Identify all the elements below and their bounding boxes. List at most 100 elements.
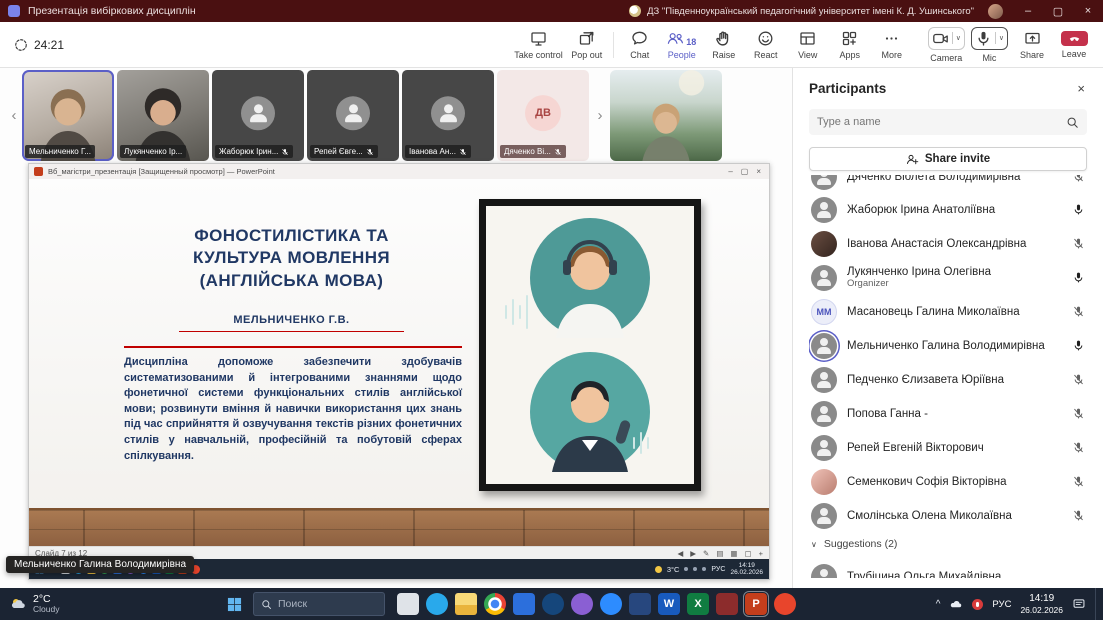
chat-button[interactable]: Chat: [619, 24, 661, 66]
word-icon[interactable]: W: [658, 593, 680, 615]
pop-out-button[interactable]: Pop out: [566, 24, 608, 66]
react-icon: [757, 30, 774, 47]
maximize-button[interactable]: ▢: [1043, 0, 1073, 22]
mic-button[interactable]: ∨ Mic: [968, 24, 1011, 66]
zoom-icon[interactable]: [600, 593, 622, 615]
participant-row[interactable]: Репей Евгеній Вікторович: [809, 431, 1087, 465]
notes-view-icon: ▤: [716, 549, 723, 558]
taskbar-search[interactable]: [253, 592, 385, 616]
hidden-icons-caret[interactable]: ^: [936, 599, 941, 610]
file-explorer-icon[interactable]: [455, 593, 477, 615]
pen-icon: ✎: [703, 549, 709, 558]
mic-muted-icon: [1071, 373, 1085, 387]
minimize-button[interactable]: –: [1013, 0, 1043, 22]
organization-info: ДЗ "Південноукраїнський педагогічний уні…: [629, 5, 974, 17]
start-button[interactable]: [215, 588, 253, 620]
excel-icon[interactable]: X: [687, 593, 709, 615]
taskbar-clock[interactable]: 14:19 26.02.2026: [1020, 593, 1063, 615]
chrome-icon[interactable]: [484, 593, 506, 615]
share-invite-button[interactable]: Share invite: [809, 147, 1087, 171]
timer-icon: [14, 38, 28, 52]
adobe-icon[interactable]: [774, 593, 796, 615]
taskbar-weather-widget[interactable]: 2°C Cloudy: [0, 594, 215, 615]
taskbar-search-input[interactable]: [278, 598, 358, 610]
telegram-icon[interactable]: [426, 593, 448, 615]
taskbar-app-icon[interactable]: [513, 593, 535, 615]
camera-button[interactable]: ∨ Camera: [925, 24, 968, 66]
mic-muted-icon: [1071, 509, 1085, 523]
more-button[interactable]: More: [871, 24, 913, 66]
show-desktop-button[interactable]: [1095, 588, 1099, 620]
take-control-button[interactable]: Take control: [511, 24, 566, 66]
video-tile-zhaboriuk[interactable]: Жаборюк Ірин...: [212, 70, 304, 161]
presenter-weather-temp: 3°C: [667, 565, 680, 574]
panel-close-icon[interactable]: ×: [1075, 81, 1087, 96]
video-tile-melnychenko[interactable]: Мельниченко Г...: [22, 70, 114, 161]
participant-row[interactable]: Трубіцина Ольга Михайлівна: [809, 560, 1087, 578]
filmstrip-scroll-right-icon[interactable]: ›: [592, 96, 608, 136]
people-button[interactable]: 18 People: [661, 24, 703, 66]
windows-logo-icon: [227, 597, 242, 612]
participant-search[interactable]: [809, 109, 1087, 135]
participant-filmstrip: ‹ Мельниченко Г... Лукянченко Ір...: [0, 68, 792, 163]
language-indicator[interactable]: РУС: [992, 599, 1011, 610]
filmstrip-scroll-left-icon[interactable]: ‹: [6, 96, 22, 136]
search-input[interactable]: [817, 116, 1066, 128]
taskbar-app-icon[interactable]: [716, 593, 738, 615]
participant-row[interactable]: Лукянченко Ірина Олегівна Organizer: [809, 261, 1087, 295]
tray-mic-icon[interactable]: [972, 599, 983, 610]
reading-view-icon: ▢: [745, 549, 752, 558]
mic-on-icon: [1071, 271, 1085, 285]
avatar: [811, 231, 837, 257]
participant-row[interactable]: Іванова Анастасія Олександрівна: [809, 227, 1087, 261]
pop-out-icon: [578, 30, 595, 47]
name-tooltip: Мельниченко Галина Володимирівна: [6, 556, 194, 573]
user-avatar[interactable]: [988, 4, 1003, 19]
apps-button[interactable]: Apps: [829, 24, 871, 66]
mic-muted-icon: [1071, 175, 1085, 184]
onedrive-cloud-icon[interactable]: [949, 597, 963, 611]
mic-options-chevron-icon[interactable]: ∨: [999, 35, 1004, 42]
leave-button[interactable]: Leave: [1053, 24, 1095, 66]
ppt-minimize-icon: –: [728, 167, 732, 176]
raise-hand-icon: [715, 30, 732, 47]
taskbar-app-icon[interactable]: [542, 593, 564, 615]
powerpoint-icon-active[interactable]: P: [745, 593, 767, 615]
action-center-icon[interactable]: [1072, 597, 1086, 611]
participant-row[interactable]: Жаборюк Ірина Анатоліївна: [809, 193, 1087, 227]
ppt-maximize-icon: ▢: [741, 167, 749, 176]
participant-row-active-speaker[interactable]: Мельниченко Галина Володимирівна: [809, 329, 1087, 363]
video-tile-lukianchenko[interactable]: Лукянченко Ір...: [117, 70, 209, 161]
presenter-clock: 14:19 26.02.2026: [730, 562, 763, 577]
participant-row[interactable]: Педченко Єлизавета Юріївна: [809, 363, 1087, 397]
people-count-badge: 18: [686, 38, 696, 47]
camera-options-chevron-icon[interactable]: ∨: [956, 35, 961, 42]
video-tile-spotlight[interactable]: [610, 70, 722, 161]
panel-title: Participants: [809, 81, 886, 96]
taskbar-app-icon[interactable]: [397, 593, 419, 615]
video-tile-repei[interactable]: Репей Євге...: [307, 70, 399, 161]
search-icon: [261, 599, 272, 610]
share-screen-icon: [1024, 30, 1041, 47]
viber-icon[interactable]: [571, 593, 593, 615]
participant-row[interactable]: Смолінська Олена Миколаївна: [809, 499, 1087, 533]
window-title-bar: Презентація вибіркових дисциплін ДЗ "Пів…: [0, 0, 1103, 22]
teams-meeting-window: Презентація вибіркових дисциплін ДЗ "Пів…: [0, 0, 1103, 620]
camera-icon: [932, 30, 949, 47]
mic-muted-icon: [1071, 305, 1085, 319]
participant-row[interactable]: ММ Масановець Галина Миколаївна: [809, 295, 1087, 329]
view-button[interactable]: View: [787, 24, 829, 66]
react-button[interactable]: React: [745, 24, 787, 66]
participant-row[interactable]: Дяченко Віолета Володимирівна: [809, 175, 1087, 193]
suggestions-toggle[interactable]: ∨ Suggestions (2): [809, 533, 1087, 555]
participant-row[interactable]: Попова Ганна -: [809, 397, 1087, 431]
video-tile-ivanova[interactable]: Іванова Ан...: [402, 70, 494, 161]
video-tile-diachenko[interactable]: ДВ Дяченко Ві...: [497, 70, 589, 161]
close-button[interactable]: ×: [1073, 0, 1103, 22]
raise-hand-button[interactable]: Raise: [703, 24, 745, 66]
share-button[interactable]: Share: [1011, 24, 1053, 66]
taskbar-app-icon[interactable]: [629, 593, 651, 615]
tile-name-label: Дяченко Ві...: [500, 145, 566, 158]
chevron-down-icon: ∨: [811, 540, 817, 549]
participant-row[interactable]: Семенкович Софія Вікторівна: [809, 465, 1087, 499]
